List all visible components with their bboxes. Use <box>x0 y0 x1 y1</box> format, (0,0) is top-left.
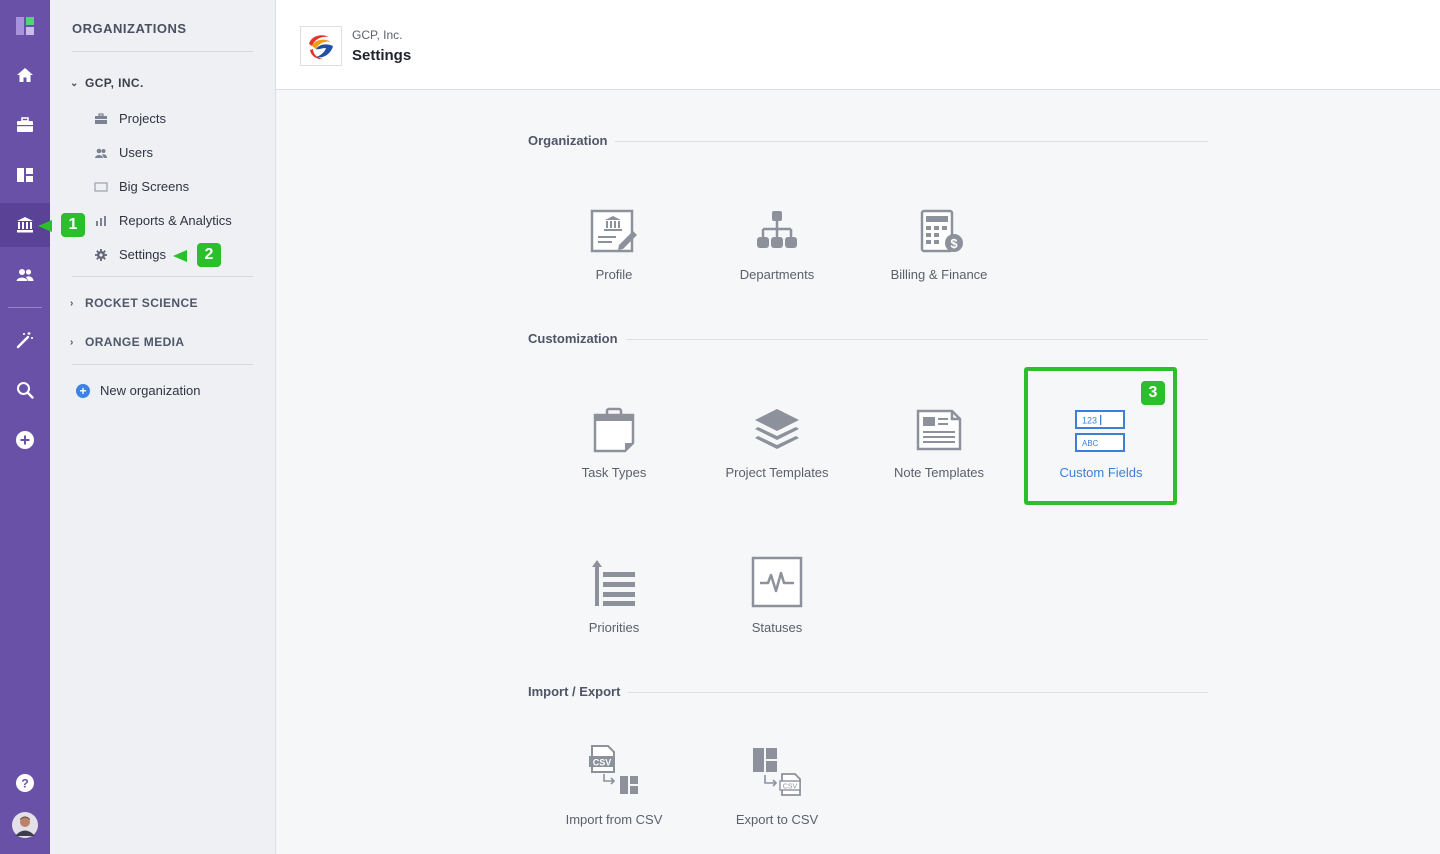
tile-label: Profile <box>595 267 633 282</box>
section-title-organization: Organization <box>508 133 616 148</box>
org-name: GCP, INC. <box>85 76 144 90</box>
callout-badge-1: 1 <box>61 213 85 237</box>
sidebar-title: ORGANIZATIONS <box>72 21 187 36</box>
divider <box>72 276 253 277</box>
priorities-icon <box>592 560 635 606</box>
avatar[interactable] <box>0 803 50 847</box>
page-header: GCP, Inc. Settings <box>276 0 1440 90</box>
tile-departments[interactable]: Departments <box>702 195 852 315</box>
dashboard-icon[interactable] <box>0 153 50 197</box>
rail-divider <box>8 307 42 308</box>
org-gcp-inc[interactable]: ⌄ GCP, INC. <box>70 76 144 90</box>
profile-icon <box>590 209 637 253</box>
tile-label: Task Types <box>581 465 647 480</box>
sidebar-item-settings[interactable]: Settings <box>92 247 166 262</box>
tile-label: Project Templates <box>725 465 829 480</box>
divider <box>72 364 253 365</box>
tile-label: Statuses <box>751 620 803 635</box>
chevron-right-icon: › <box>70 336 74 348</box>
svg-text:CSV: CSV <box>593 758 612 768</box>
tile-label: Departments <box>739 267 815 282</box>
home-icon[interactable] <box>0 53 50 97</box>
org-name: ORANGE MEDIA <box>85 335 185 349</box>
tile-project-templates[interactable]: Project Templates <box>702 393 852 513</box>
callout-badge-2: 2 <box>197 243 221 267</box>
statuses-icon <box>751 556 803 608</box>
sidebar-item-big-screens[interactable]: Big Screens <box>92 179 189 194</box>
org-orange-media[interactable]: › ORANGE MEDIA <box>70 335 184 349</box>
import-csv-icon: CSV <box>589 745 638 794</box>
sidebar-item-users[interactable]: Users <box>92 145 153 160</box>
organizations-sidebar: ORGANIZATIONS ⌄ GCP, INC. Projects Users… <box>50 0 276 854</box>
sidebar-item-label: Settings <box>119 247 166 262</box>
search-icon[interactable] <box>0 368 50 412</box>
users-icon <box>92 146 110 160</box>
task-types-icon <box>593 407 635 453</box>
page-title: Settings <box>352 47 412 64</box>
tile-profile[interactable]: Profile <box>539 195 689 315</box>
briefcase-icon[interactable] <box>0 103 50 147</box>
tile-export-to-csv[interactable]: CSV Export to CSV <box>702 740 852 854</box>
divider <box>72 51 253 52</box>
sidebar-item-reports[interactable]: Reports & Analytics <box>92 213 232 228</box>
tile-statuses[interactable]: Statuses <box>702 548 852 668</box>
tile-billing-finance[interactable]: $ Billing & Finance <box>864 195 1014 315</box>
screen-icon <box>92 180 110 194</box>
callout-badge-3: 3 <box>1141 381 1165 405</box>
section-title-customization: Customization <box>508 331 626 346</box>
sidebar-item-label: Reports & Analytics <box>119 213 232 228</box>
tile-label: Note Templates <box>893 465 985 480</box>
gear-icon <box>92 248 110 262</box>
org-logo <box>300 26 342 66</box>
note-icon <box>916 409 962 451</box>
tile-label: Export to CSV <box>735 812 819 827</box>
app-logo-icon[interactable] <box>0 4 50 48</box>
tile-task-types[interactable]: Task Types <box>539 393 689 513</box>
plus-icon: + <box>76 383 90 398</box>
sidebar-item-label: Users <box>119 145 153 160</box>
tile-label: Priorities <box>588 620 640 635</box>
new-organization-button[interactable]: + New organization <box>76 383 200 398</box>
add-circle-icon[interactable] <box>0 418 50 462</box>
org-rocket-science[interactable]: › ROCKET SCIENCE <box>70 296 198 310</box>
layers-icon <box>755 409 799 449</box>
app-rail: ? <box>0 0 50 854</box>
new-organization-label: New organization <box>100 383 201 398</box>
bar-chart-icon <box>92 214 110 228</box>
sidebar-item-label: Big Screens <box>119 179 190 194</box>
export-csv-icon: CSV <box>753 748 801 796</box>
billing-icon: $ <box>920 209 963 253</box>
tile-label: Import from CSV <box>565 812 663 827</box>
tile-import-from-csv[interactable]: CSV Import from CSV <box>539 740 689 854</box>
briefcase-icon <box>92 112 110 126</box>
callout-arrow <box>173 250 187 262</box>
tile-label: Billing & Finance <box>890 267 988 282</box>
departments-icon <box>757 211 797 248</box>
magic-wand-icon[interactable] <box>0 318 50 362</box>
help-icon[interactable]: ? <box>0 761 50 805</box>
breadcrumb[interactable]: GCP, Inc. <box>352 28 402 42</box>
tile-note-templates[interactable]: Note Templates <box>864 393 1014 513</box>
org-name: ROCKET SCIENCE <box>85 296 198 310</box>
section-title-import-export: Import / Export <box>508 684 629 699</box>
chevron-down-icon: ⌄ <box>70 77 79 89</box>
chevron-right-icon: › <box>70 297 74 309</box>
people-icon[interactable] <box>0 253 50 297</box>
tile-priorities[interactable]: Priorities <box>539 548 689 668</box>
sidebar-item-label: Projects <box>119 111 166 126</box>
svg-text:CSV: CSV <box>783 784 798 791</box>
svg-text:$: $ <box>950 236 958 251</box>
callout-arrow <box>38 220 52 232</box>
svg-text:?: ? <box>21 777 28 791</box>
sidebar-item-projects[interactable]: Projects <box>92 111 166 126</box>
